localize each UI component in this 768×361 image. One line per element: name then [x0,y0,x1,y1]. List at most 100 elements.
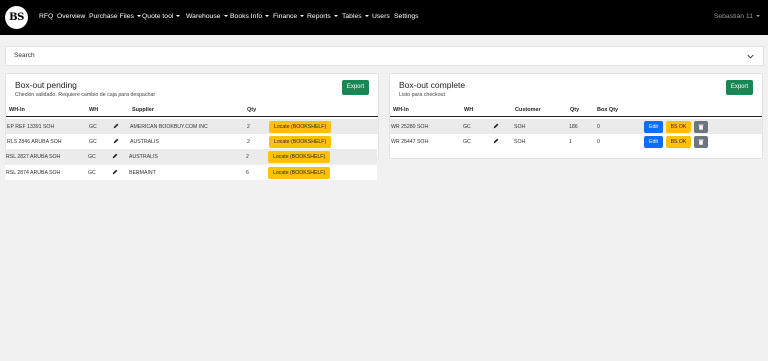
delete-button[interactable] [694,120,708,133]
export-button[interactable]: Export [726,80,753,95]
brand-logo[interactable]: BS [5,6,28,29]
table-row: RSL 2827 ARUBA SOH GC AUSTRALIS 2 Locate… [5,149,377,164]
customer-cell: SOH [514,123,526,130]
wh-cell: GC [88,153,96,160]
nav-overview[interactable]: Overview [57,12,85,21]
qty-cell: 6 [246,169,249,176]
column-header-wh-in: WH-In [9,107,25,113]
user-menu[interactable]: Sebastián 11 [714,12,760,21]
wh-in-cell: RSL 2827 ARUBA SOH [6,153,61,160]
nav-tables[interactable]: Tables [342,12,369,21]
box-qty-cell: 0 [597,138,600,145]
search-label: Search [14,52,35,59]
customer-cell: SOH [514,138,526,145]
pencil-icon[interactable] [113,138,119,144]
card-title: Box-out complete [399,80,466,90]
column-header-box-qty: Box Qty [597,107,619,113]
nav-settings[interactable]: Settings [394,12,419,21]
caret-down-icon [364,15,369,17]
qty-cell: 2 [246,153,249,160]
wh-in-cell: WR 25280 SOH [391,123,429,130]
table-header: WH-In WH Supplier Qty [6,104,378,117]
table-row: EP REF 13391 SOH GC AMERICAN BOOKBUY.COM… [6,119,378,134]
nav-quote-tool[interactable]: Quote tool [142,12,181,21]
qty-cell: 1 [569,138,572,145]
wh-in-cell: RLS 2846 ARUBA SOH [7,138,62,145]
edit-button[interactable]: Edit [644,120,663,133]
edit-button[interactable]: Edit [644,135,663,148]
column-header-qty: Qty [247,107,257,113]
bs-ok-button[interactable]: BS OK [666,120,691,133]
card-title: Box-out pending [15,80,77,90]
box-qty-cell: 0 [597,123,600,130]
pencil-icon[interactable] [112,153,118,159]
nav-tables-label: Tables [342,13,362,20]
pencil-icon[interactable] [493,123,499,129]
pencil-icon[interactable] [112,169,118,175]
box-out-pending-card: Box-out pending Checkin validado. Requie… [5,73,379,159]
nav-purchase-files-label: Purchase Files [89,13,134,20]
locate-button[interactable]: Locate (BOOKSHELF) [268,150,331,163]
wh-cell: GC [89,138,97,145]
supplier-cell: BERMAINT [129,169,156,176]
wh-cell: GC [463,138,471,145]
delete-button[interactable] [694,135,708,148]
qty-cell: 186 [569,123,578,130]
nav-finance[interactable]: Finance [273,12,305,21]
nav-reports[interactable]: Reports [307,12,338,21]
supplier-cell: AUSTRALIS [129,153,158,160]
nav-warehouse[interactable]: Warehouse [186,12,228,21]
nav-warehouse-label: Warehouse [186,13,221,20]
caret-down-icon [176,15,181,17]
bs-ok-button[interactable]: BS OK [666,135,691,148]
column-header-wh-in: WH-In [393,107,409,113]
nav-finance-label: Finance [273,13,298,20]
wh-in-cell: RSL 2874 ARUBA SOH [6,169,61,176]
nav-users[interactable]: Users [372,12,390,21]
nav-rfq[interactable]: RFQ [39,12,53,21]
export-button[interactable]: Export [342,80,369,95]
nav-quote-tool-label: Quote tool [142,13,174,20]
caret-down-icon [223,15,228,17]
nav-books-info[interactable]: Books Info [230,12,270,21]
pencil-icon[interactable] [493,138,499,144]
column-header-wh: WH [89,107,99,113]
table-row: RSL 2874 ARUBA SOH GC BERMAINT 6 Locate … [5,165,377,180]
top-navbar: BS RFQ Overview Purchase Files Quote too… [0,0,768,35]
wh-in-cell: EP REF 13391 SOH [7,123,55,130]
trash-icon [698,139,704,145]
caret-down-icon [136,15,141,17]
box-out-complete-card: Box-out complete Listo para checkout Exp… [389,73,763,159]
chevron-down-icon [747,54,754,59]
column-header-customer: Customer [515,107,541,113]
trash-icon [698,124,704,130]
nav-purchase-files[interactable]: Purchase Files [89,12,141,21]
pencil-icon[interactable] [113,123,119,129]
caret-down-icon [333,15,338,17]
column-header-supplier: Supplier [132,107,155,113]
wh-cell: GC [463,123,471,130]
user-name: Sebastián 11 [713,13,753,20]
search-accordion[interactable]: Search [5,46,764,66]
table-row: RLS 2846 ARUBA SOH GC AUSTRALIS 2 Locate… [6,134,378,149]
caret-down-icon [265,15,270,17]
qty-cell: 2 [247,123,250,130]
table-header: WH-In WH Customer Qty Box Qty [390,104,762,117]
table-row: WR 25280 SOH GC SOH 186 0 Edit BS OK [390,119,762,134]
card-subtitle: Checkin validado. Requiere cambio de caj… [15,92,156,98]
caret-down-icon [300,15,305,17]
nav-books-info-label: Books Info [230,13,263,20]
supplier-cell: AUSTRALIS [130,138,159,145]
locate-button[interactable]: Locate (BOOKSHELF) [268,166,331,179]
nav-reports-label: Reports [307,13,331,20]
wh-in-cell: WR 25447 SOH [391,138,429,145]
wh-cell: GC [88,169,96,176]
column-header-qty: Qty [570,107,580,113]
card-subtitle: Listo para checkout [399,92,445,98]
locate-button[interactable]: Locate (BOOKSHELF) [269,135,332,148]
supplier-cell: AMERICAN BOOKBUY.COM INC [130,123,208,130]
column-header-wh: WH [464,107,474,113]
locate-button[interactable]: Locate (BOOKSHELF) [269,120,332,133]
table-row: WR 25447 SOH GC SOH 1 0 Edit BS OK [390,134,762,149]
qty-cell: 2 [247,138,250,145]
